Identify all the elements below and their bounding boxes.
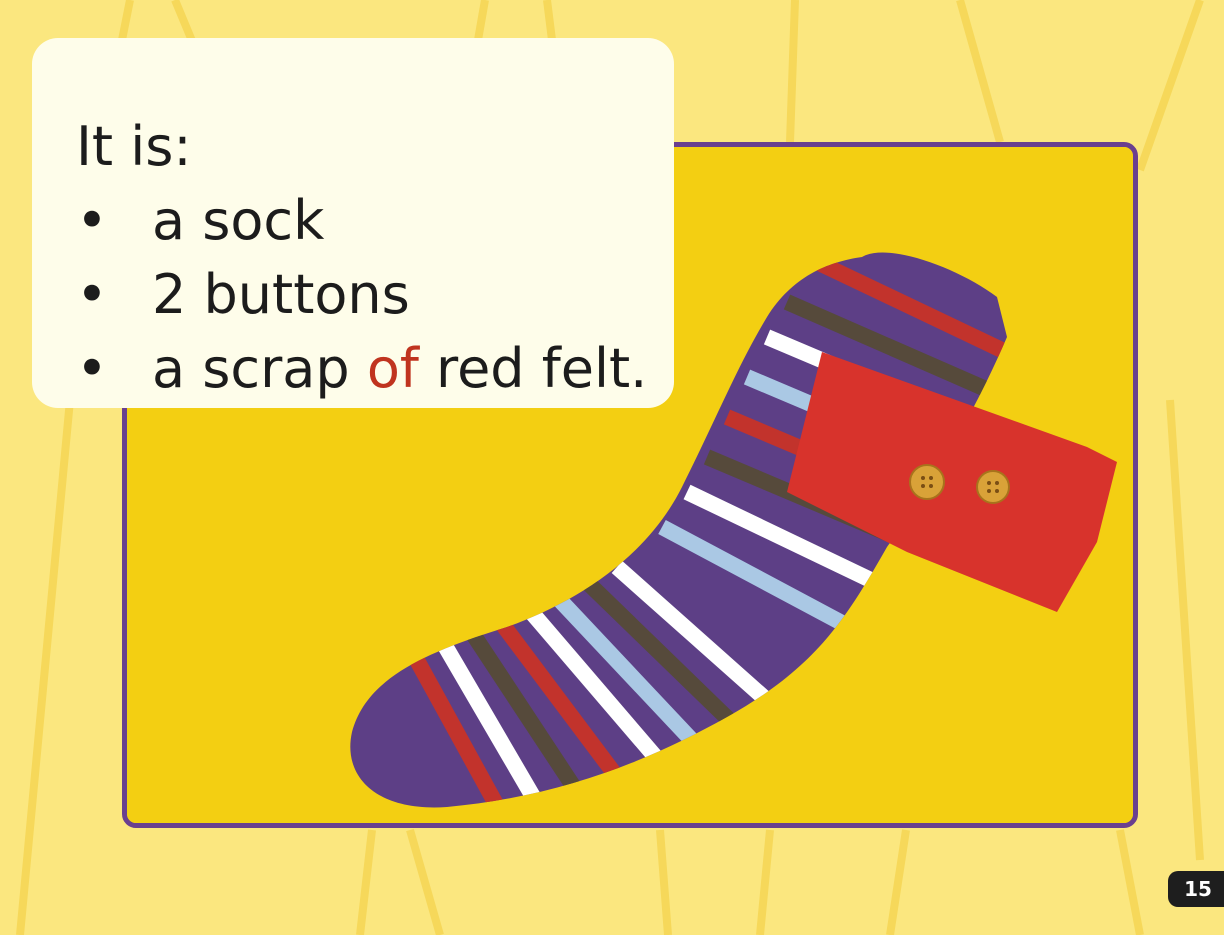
text-segment: red felt. (418, 337, 648, 400)
list-item-text: 2 buttons (152, 263, 410, 326)
intro-text: It is: (76, 115, 192, 178)
button-right (976, 470, 1010, 504)
list-item-text: a sock (152, 189, 325, 252)
page-number: 15 (1168, 871, 1224, 907)
bullet: • (76, 189, 108, 252)
bullet: • (76, 263, 108, 326)
button-left (909, 464, 945, 500)
list-item-text: a scrap of red felt. (152, 332, 647, 406)
bullet: • (76, 337, 108, 400)
text-segment: a scrap (152, 337, 367, 400)
highlighted-word: of (366, 337, 419, 400)
text-card: It is: • a sock • 2 buttons • a scrap of… (32, 38, 674, 408)
